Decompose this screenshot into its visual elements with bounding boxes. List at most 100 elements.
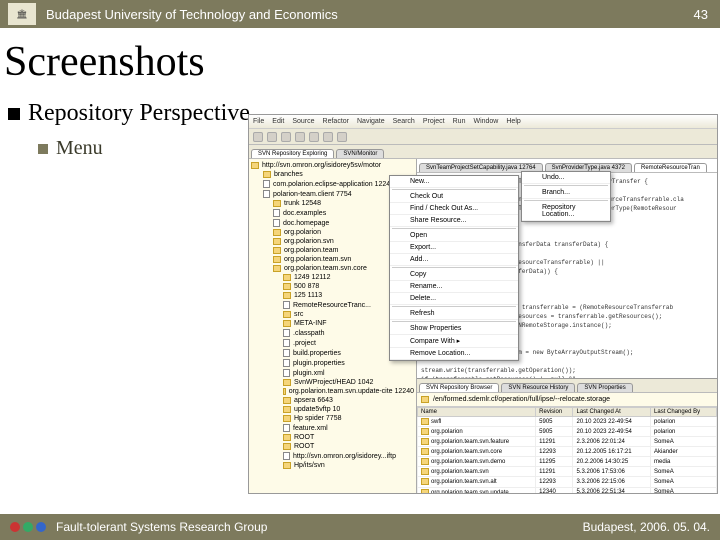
context-menu-item[interactable]: Export... bbox=[390, 242, 518, 254]
context-menu-item[interactable]: Rename... bbox=[390, 281, 518, 293]
context-menu-item[interactable]: Refresh bbox=[390, 308, 518, 320]
repository-url: /en/formed.sdemlr.cf/operation/full/ipse… bbox=[417, 393, 717, 407]
table-cell: SomeA bbox=[651, 467, 717, 477]
context-menu-item[interactable]: Remove Location... bbox=[390, 348, 518, 360]
toolbar-button[interactable] bbox=[267, 132, 277, 142]
table-row[interactable]: org.polarion.team.svn.feature112912.3.20… bbox=[418, 437, 717, 447]
editor-tab[interactable]: RemoteResourceTran bbox=[634, 163, 707, 172]
table-row[interactable]: org.polarion.team.svn.update123405.3.200… bbox=[418, 487, 717, 493]
panel-tab[interactable]: SVN Properties bbox=[577, 383, 632, 392]
table-cell: 5.3.2006 22:51:34 bbox=[573, 487, 651, 493]
context-menu-item[interactable]: Add... bbox=[390, 254, 518, 266]
context-menu-item[interactable]: Share Resource... bbox=[390, 215, 518, 227]
menubar-item[interactable]: Search bbox=[393, 118, 415, 125]
tree-item-label: apsera 6643 bbox=[294, 397, 333, 404]
table-cell: polarion bbox=[651, 427, 717, 437]
tree-item[interactable]: update5vftp 10 bbox=[251, 405, 414, 414]
menu-separator bbox=[392, 306, 516, 307]
submenu-item[interactable]: Branch... bbox=[522, 187, 610, 199]
toolbar-button[interactable] bbox=[295, 132, 305, 142]
file-icon bbox=[273, 219, 280, 227]
table-cell: Akiander bbox=[651, 447, 717, 457]
context-menu-item[interactable]: Delete... bbox=[390, 293, 518, 305]
panel-tab[interactable]: SVN Resource History bbox=[501, 383, 575, 392]
tree-root-url: http://svn.omron.org/isidorey5sv/motor bbox=[262, 162, 381, 169]
folder-icon bbox=[283, 397, 291, 404]
table-cell: 12293 bbox=[536, 447, 573, 457]
toolbar-button[interactable] bbox=[281, 132, 291, 142]
table-row[interactable]: org.polarion590520.10 2023 22-49:54polar… bbox=[418, 427, 717, 437]
table-header[interactable]: Last Changed By bbox=[651, 408, 717, 417]
toolbar-button[interactable] bbox=[323, 132, 333, 142]
tree-item[interactable]: plugin.xml bbox=[251, 368, 414, 378]
tree-item[interactable]: SvnWProject/HEAD 1042 bbox=[251, 378, 414, 387]
menubar-item[interactable]: Source bbox=[292, 118, 314, 125]
table-row[interactable]: org.polarion.team.svn.demo1129520.2.2006… bbox=[418, 457, 717, 467]
context-menu-item[interactable]: New... bbox=[390, 176, 518, 188]
table-row[interactable]: swfl590520.10 2023 22-49:54polarion bbox=[418, 417, 717, 427]
tree-root[interactable]: http://svn.omron.org/isidorey5sv/motor bbox=[251, 161, 414, 170]
menubar-item[interactable]: Refactor bbox=[323, 118, 349, 125]
toolbar-button[interactable] bbox=[337, 132, 347, 142]
perspective-tab[interactable]: SVN/Monitor bbox=[336, 149, 384, 158]
context-menu[interactable]: New... Check OutFind / Check Out As...Sha… bbox=[389, 175, 519, 361]
table-header[interactable]: Name bbox=[418, 408, 536, 417]
perspective-tab[interactable]: SVN Repository Exploring bbox=[251, 149, 334, 158]
tree-item[interactable]: feature.xml bbox=[251, 423, 414, 433]
file-icon bbox=[283, 452, 290, 460]
table-cell: org.polarion.team.svn.core bbox=[418, 447, 536, 457]
submenu-item[interactable]: Undo... bbox=[522, 172, 610, 184]
table-cell: 11291 bbox=[536, 467, 573, 477]
folder-icon bbox=[273, 256, 281, 263]
menubar-item[interactable]: Run bbox=[453, 118, 466, 125]
table-cell: swfl bbox=[418, 417, 536, 427]
footer-location-date: Budapest, 2006. 05. 04. bbox=[583, 520, 710, 534]
history-table[interactable]: NameRevisionLast Changed AtLast Changed … bbox=[417, 407, 717, 493]
context-menu-item[interactable]: Show Properties bbox=[390, 323, 518, 335]
table-row[interactable]: org.polarion.team.svn112915.3.2006 17:53… bbox=[418, 467, 717, 477]
url-text: /en/formed.sdemlr.cf/operation/full/ipse… bbox=[433, 396, 610, 403]
tree-item-label: plugin.xml bbox=[293, 370, 325, 377]
slide-header: 🏛 Budapest University of Technology and … bbox=[0, 0, 720, 28]
menubar-item[interactable]: Window bbox=[473, 118, 498, 125]
slide-title: Screenshots bbox=[0, 28, 720, 100]
tree-item[interactable]: apsera 6643 bbox=[251, 396, 414, 405]
table-row[interactable]: org.polarion.team.svn.core1229320.12.200… bbox=[418, 447, 717, 457]
menubar-item[interactable]: Help bbox=[506, 118, 520, 125]
tree-item[interactable]: org.polarion.team.svn.update-cite 12240 bbox=[251, 387, 414, 396]
tree-item[interactable]: http://svn.omron.org/isidorey...iftp bbox=[251, 451, 414, 461]
menubar-item[interactable]: Project bbox=[423, 118, 445, 125]
menubar-item[interactable]: Edit bbox=[272, 118, 284, 125]
context-menu-item[interactable]: Find / Check Out As... bbox=[390, 203, 518, 215]
table-cell: 20.10 2023 22-49:54 bbox=[573, 417, 651, 427]
tree-item[interactable]: ROOT bbox=[251, 433, 414, 442]
tree-item[interactable]: Hp/its/svn bbox=[251, 461, 414, 470]
tree-item[interactable]: ROOT bbox=[251, 442, 414, 451]
folder-icon bbox=[273, 247, 281, 254]
folder-icon bbox=[283, 274, 291, 281]
toolbar-button[interactable] bbox=[253, 132, 263, 142]
table-row[interactable]: org.polarion.team.svn.alt122933.3.2006 2… bbox=[418, 477, 717, 487]
folder-icon bbox=[251, 162, 259, 169]
page-number: 43 bbox=[694, 7, 712, 22]
toolbar-button[interactable] bbox=[309, 132, 319, 142]
folder-icon bbox=[273, 238, 281, 245]
tree-item[interactable]: Hp spider 7758 bbox=[251, 414, 414, 423]
table-cell: org.polarion bbox=[418, 427, 536, 437]
tree-item-label: .project bbox=[293, 340, 316, 347]
table-header[interactable]: Last Changed At bbox=[573, 408, 651, 417]
context-menu-item[interactable]: Copy bbox=[390, 269, 518, 281]
submenu-item[interactable]: Repository Location... bbox=[522, 202, 610, 221]
table-header[interactable]: Revision bbox=[536, 408, 573, 417]
panel-tab[interactable]: SVN Repository Browser bbox=[419, 383, 499, 392]
bottom-panel-tabs: SVN Repository Browser SVN Resource Hist… bbox=[417, 379, 717, 393]
context-submenu[interactable]: Undo... Branch... Repository Location... bbox=[521, 171, 611, 222]
context-menu-item[interactable]: Compare With ▸ bbox=[390, 335, 518, 348]
context-menu-item[interactable]: Open bbox=[390, 230, 518, 242]
folder-icon bbox=[283, 379, 291, 386]
context-menu-item[interactable]: Check Out bbox=[390, 191, 518, 203]
tree-item-label: META-INF bbox=[294, 320, 327, 327]
menubar-item[interactable]: Navigate bbox=[357, 118, 385, 125]
menubar-item[interactable]: File bbox=[253, 118, 264, 125]
table-cell: org.polarion.team.svn.demo bbox=[418, 457, 536, 467]
